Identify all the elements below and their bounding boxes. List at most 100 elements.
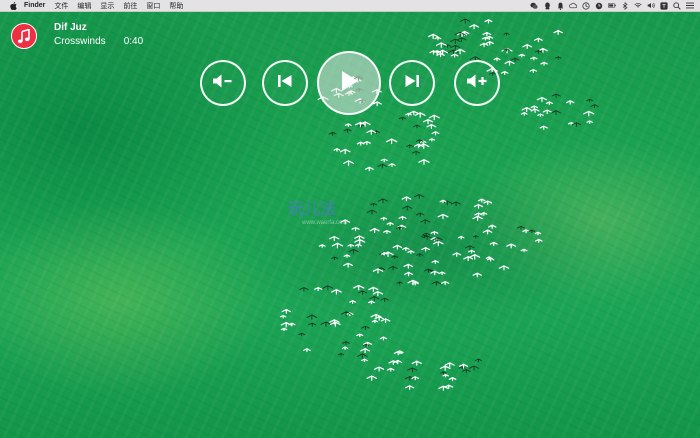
- bird-mark: [484, 19, 493, 24]
- bird-mark: [331, 256, 339, 261]
- bluetooth-icon[interactable]: [621, 1, 629, 10]
- menu-bar: Finder 文件 编辑 显示 前往 窗口 帮助: [0, 0, 700, 12]
- bird-mark: [583, 110, 595, 117]
- bird-mark: [504, 60, 515, 66]
- bird-mark: [368, 286, 379, 292]
- bird-mark: [411, 376, 420, 381]
- bird-mark: [414, 112, 426, 118]
- battery-icon[interactable]: [608, 2, 616, 10]
- bird-mark: [366, 209, 377, 215]
- bird-mark: [520, 248, 528, 253]
- play-button[interactable]: [317, 51, 381, 115]
- next-track-button[interactable]: [389, 60, 435, 106]
- bird-mark: [431, 259, 440, 265]
- bird-mark: [538, 47, 548, 53]
- menu-view[interactable]: 显示: [100, 1, 114, 11]
- bird-mark: [518, 53, 526, 58]
- wechat-icon[interactable]: [530, 2, 538, 10]
- bird-mark: [534, 231, 542, 236]
- menu-edit[interactable]: 编辑: [77, 1, 91, 11]
- volume-up-button[interactable]: [454, 60, 500, 106]
- bird-mark: [405, 112, 412, 117]
- bird-mark: [465, 245, 475, 250]
- bird-mark: [354, 238, 366, 245]
- qq-icon[interactable]: [543, 1, 551, 10]
- track-elapsed-time: 0:40: [123, 36, 144, 47]
- bird-mark: [314, 286, 323, 292]
- bird-mark: [498, 265, 510, 271]
- apple-icon[interactable]: [9, 1, 17, 10]
- menu-file[interactable]: 文件: [54, 1, 68, 11]
- bird-mark: [432, 240, 444, 247]
- bird-mark: [369, 227, 380, 234]
- bird-mark: [430, 270, 440, 276]
- bird-mark: [308, 322, 317, 327]
- bird-mark: [380, 252, 388, 256]
- bird-mark: [457, 235, 465, 240]
- bird-mark: [452, 252, 462, 257]
- bird-mark: [503, 32, 510, 36]
- music-note-icon[interactable]: [11, 23, 37, 49]
- previous-track-button[interactable]: [262, 60, 308, 106]
- bird-mark: [383, 229, 391, 235]
- wifi-icon[interactable]: [634, 2, 642, 10]
- bird-mark: [521, 106, 532, 113]
- bird-mark: [528, 229, 536, 234]
- bird-mark: [392, 244, 403, 250]
- search-icon[interactable]: [673, 1, 681, 10]
- menu-go[interactable]: 前往: [123, 1, 137, 11]
- clock-icon[interactable]: [595, 2, 603, 10]
- bird-mark: [422, 118, 434, 125]
- bird-mark: [415, 139, 424, 144]
- tm-icon[interactable]: [582, 1, 590, 10]
- desktop-wallpaper: Finder 文件 编辑 显示 前往 窗口 帮助 Dif Juz Crosswi…: [0, 0, 700, 438]
- bird-mark: [486, 257, 495, 262]
- bird-mark: [404, 271, 413, 277]
- bird-mark: [331, 242, 344, 249]
- bird-mark: [481, 36, 489, 41]
- bird-mark: [407, 250, 415, 255]
- menu-finder[interactable]: Finder: [24, 2, 45, 9]
- list-icon[interactable]: [686, 2, 694, 10]
- bird-mark: [280, 327, 288, 332]
- bird-mark: [361, 358, 368, 363]
- volume-icon[interactable]: [647, 2, 655, 10]
- bird-mark: [356, 353, 368, 359]
- bird-mark: [401, 196, 412, 202]
- bird-mark: [472, 235, 479, 239]
- menu-help[interactable]: 帮助: [169, 1, 183, 11]
- bird-mark: [411, 360, 422, 366]
- input-icon[interactable]: [660, 1, 668, 10]
- bird-mark: [540, 61, 548, 66]
- bird-mark: [454, 48, 466, 55]
- bird-mark: [405, 385, 415, 390]
- bird-mark: [469, 24, 479, 30]
- cloud-icon[interactable]: [569, 2, 577, 10]
- volume-down-button[interactable]: [200, 60, 246, 106]
- bird-mark: [372, 290, 384, 297]
- bird-mark: [337, 352, 345, 357]
- bird-mark: [450, 53, 459, 58]
- bird-mark: [333, 148, 341, 152]
- bird-mark: [468, 365, 480, 371]
- bird-mark: [412, 150, 421, 155]
- bird-mark: [448, 377, 457, 382]
- bird-mark: [493, 57, 501, 62]
- bird-mark: [380, 318, 391, 324]
- bird-mark: [391, 255, 399, 259]
- bird-mark: [414, 193, 425, 199]
- bird-mark: [482, 31, 492, 37]
- bird-mark: [451, 201, 461, 207]
- bird-mark: [442, 200, 453, 206]
- bird-mark: [463, 256, 474, 262]
- bell-icon[interactable]: [556, 2, 564, 10]
- bird-mark: [343, 254, 351, 258]
- bird-mark: [586, 120, 593, 124]
- menu-window[interactable]: 窗口: [146, 1, 160, 11]
- bird-mark: [388, 265, 398, 271]
- bird-mark: [440, 371, 447, 375]
- bird-mark: [483, 200, 493, 205]
- previous-track-icon: [277, 74, 293, 93]
- bird-mark: [371, 319, 379, 324]
- bird-mark: [472, 272, 482, 278]
